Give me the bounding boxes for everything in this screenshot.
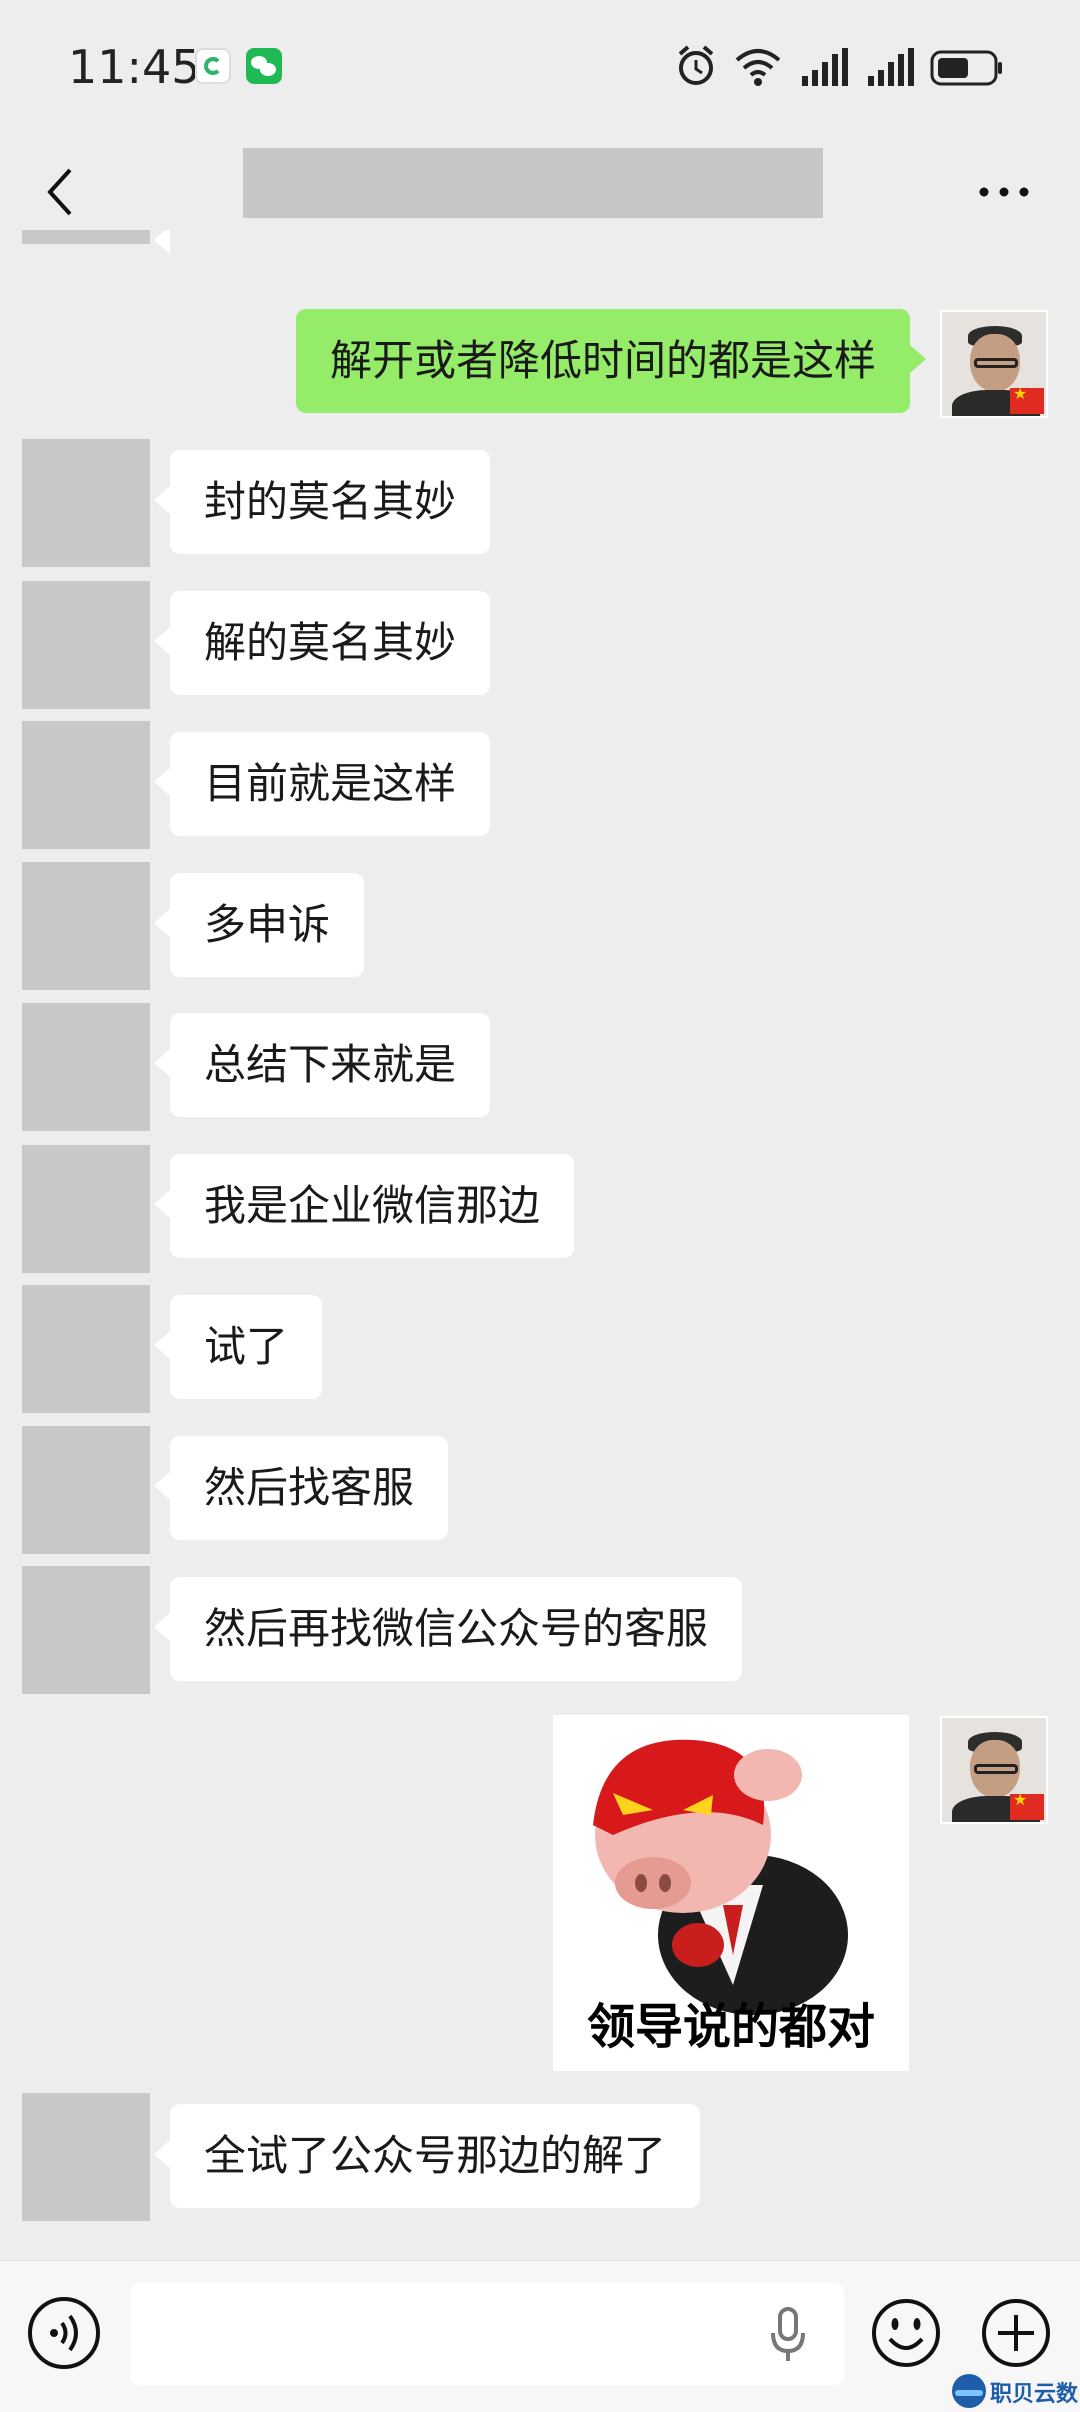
contact-avatar[interactable] — [22, 1426, 150, 1554]
message-bubble-incoming[interactable]: 目前就是这样 — [153, 732, 491, 836]
message-bubble-incoming[interactable]: 我是企业微信那边 — [153, 1154, 575, 1258]
status-time: 11:45 — [68, 40, 201, 94]
message-bubble-incoming[interactable]: 总结下来就是 — [153, 1013, 491, 1117]
watermark: 职贝云数 — [950, 2372, 1080, 2408]
wifi-icon — [735, 49, 781, 86]
message-bubble-incoming[interactable]: 试了 — [153, 1295, 323, 1399]
microphone-icon[interactable] — [768, 2305, 808, 2365]
contact-avatar[interactable] — [22, 1285, 150, 1413]
chevron-left-icon[interactable] — [40, 162, 80, 222]
contact-avatar[interactable] — [22, 721, 150, 849]
sticker-caption: 领导说的都对 — [586, 1999, 875, 2055]
message-bubble-outgoing[interactable]: 解开或者降低时间的都是这样 — [295, 309, 927, 413]
signal-icon — [802, 48, 848, 86]
contact-avatar[interactable] — [22, 1566, 150, 1694]
alarm-icon — [678, 45, 714, 85]
message-bubble-incoming[interactable]: 全试了公众号那边的解了 — [153, 2104, 701, 2208]
wechat-icon — [246, 48, 282, 84]
signal-icon — [868, 48, 914, 86]
message-bubble-incoming[interactable]: 然后再找微信公众号的客服 — [153, 1577, 743, 1681]
contact-avatar[interactable] — [22, 2093, 150, 2221]
emoji-icon[interactable] — [870, 2297, 942, 2369]
plus-icon[interactable] — [980, 2297, 1052, 2369]
message-bubble-incoming[interactable]: 解的莫名其妙 — [153, 591, 491, 695]
message-input[interactable] — [130, 2283, 844, 2385]
message-bubble-incoming[interactable]: 然后找客服 — [153, 1436, 449, 1540]
chat-title — [243, 148, 823, 218]
contact-avatar[interactable] — [22, 230, 150, 244]
watermark-text: 职贝云数 — [990, 2382, 1079, 2407]
my-avatar[interactable] — [940, 1716, 1048, 1824]
contact-avatar[interactable] — [22, 581, 150, 709]
app-notification-icon — [195, 48, 231, 84]
contact-avatar[interactable] — [22, 862, 150, 990]
voice-icon[interactable] — [28, 2297, 100, 2369]
chat-message-list[interactable]: 解开或者降低时间的都是这样 封的莫名其妙 解的莫名其妙 目前就是这样 多申诉 总… — [0, 230, 1080, 2260]
my-avatar[interactable] — [940, 310, 1048, 418]
contact-avatar[interactable] — [22, 1145, 150, 1273]
message-bubble-incoming[interactable]: 封的莫名其妙 — [153, 450, 491, 554]
contact-avatar[interactable] — [22, 1003, 150, 1131]
china-flag-icon — [1010, 1790, 1044, 1820]
sticker-message[interactable]: 领导说的都对 — [553, 1715, 909, 2071]
more-dots-icon[interactable] — [976, 180, 1032, 204]
message-bubble-incoming[interactable]: 多申诉 — [153, 873, 365, 977]
china-flag-icon — [1010, 384, 1044, 414]
status-bar: 11:45 — [0, 0, 1080, 140]
input-bar — [0, 2260, 1080, 2412]
watermark-logo-icon — [952, 2374, 986, 2408]
battery-icon — [930, 50, 1002, 86]
contact-avatar[interactable] — [22, 439, 150, 567]
